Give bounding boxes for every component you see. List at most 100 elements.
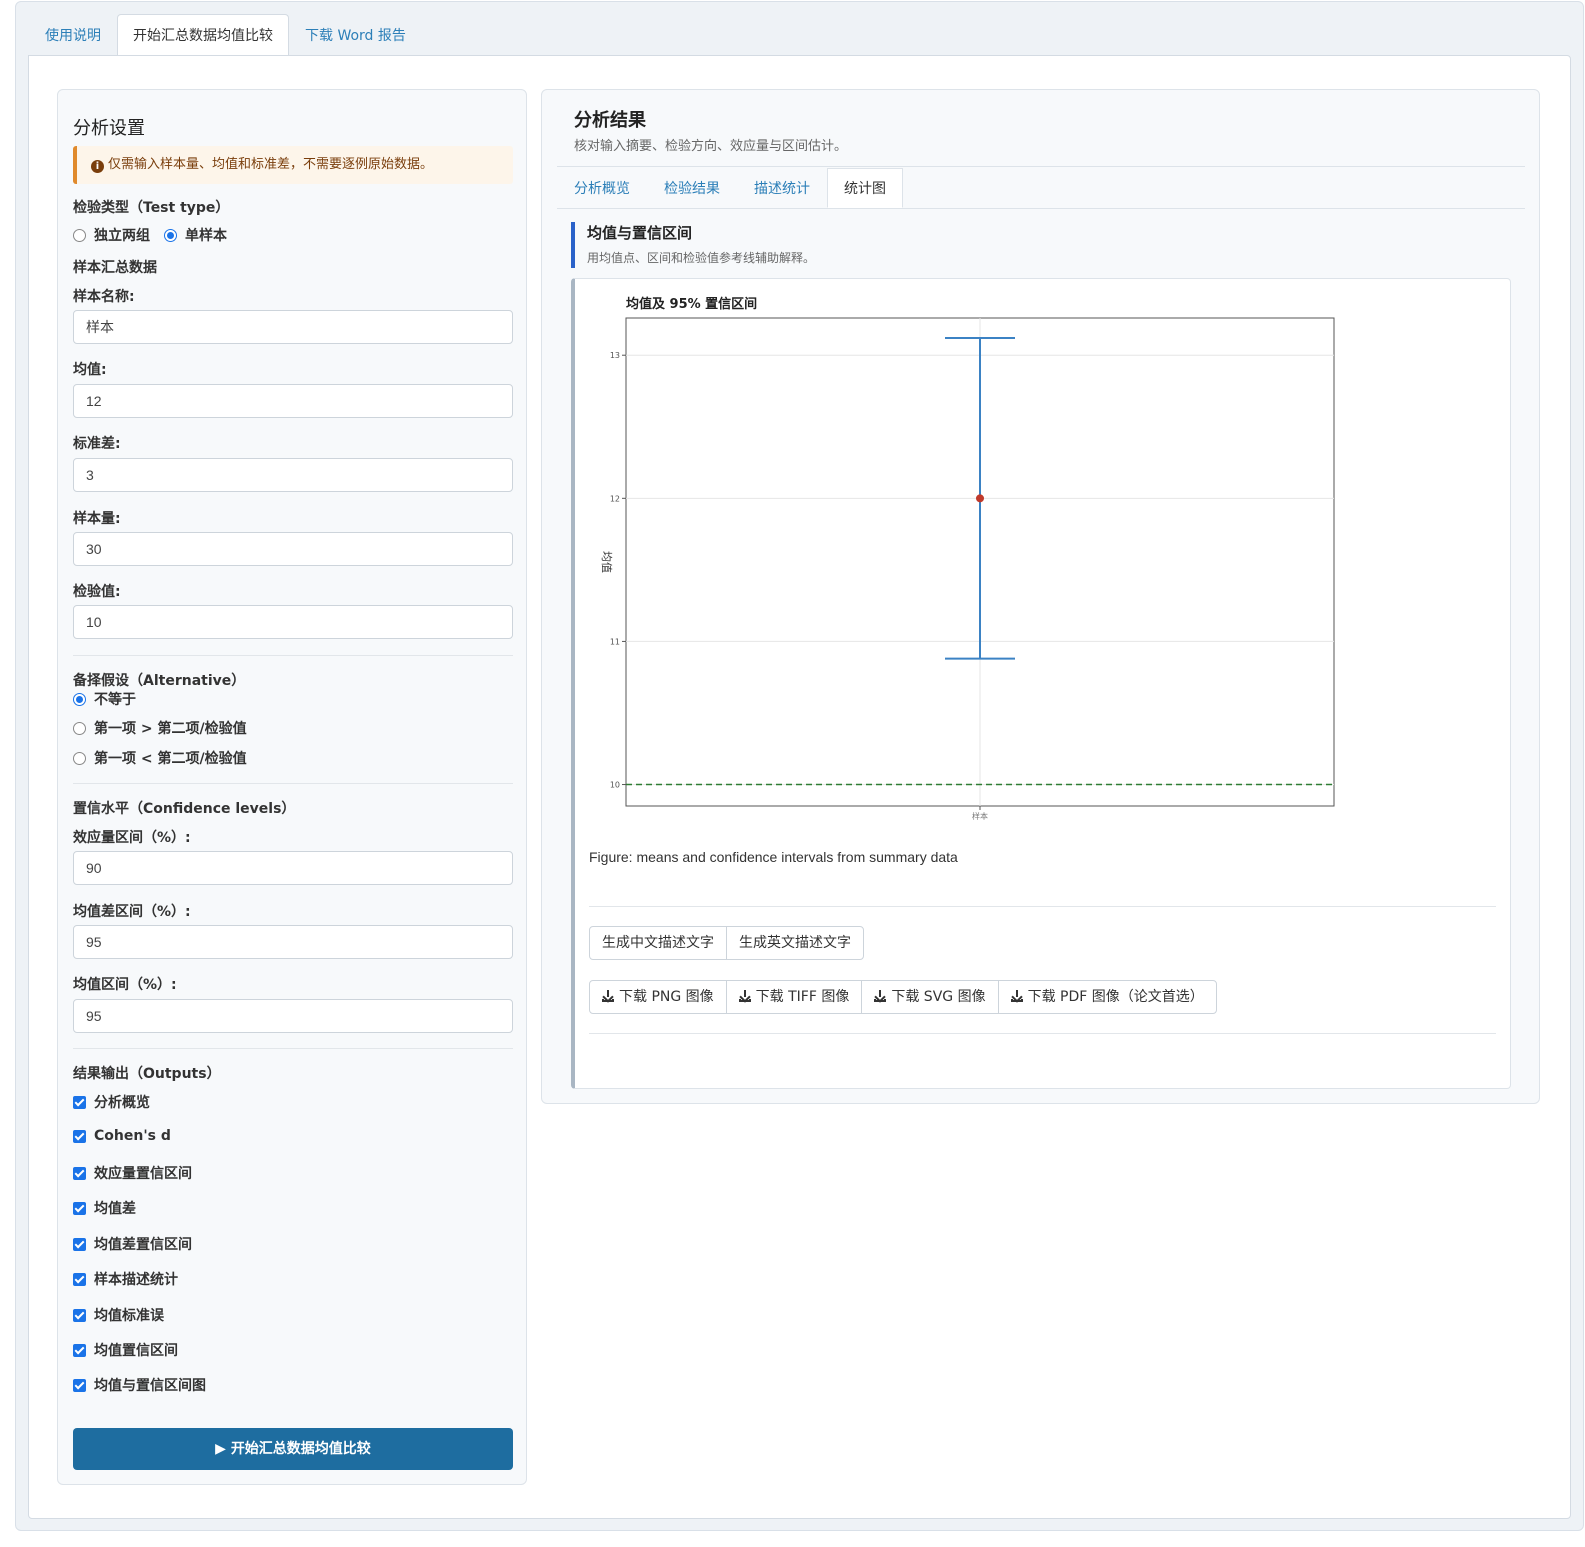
tab-instructions[interactable]: 使用说明 <box>29 14 117 56</box>
conf-mean-input[interactable]: 95 <box>73 999 513 1033</box>
tab-test-results[interactable]: 检验结果 <box>647 168 737 208</box>
info-notice: i 仅需输入样本量、均值和标准差，不需要逐例原始数据。 <box>73 146 513 184</box>
conf-es-input[interactable]: 90 <box>73 851 513 885</box>
checkbox[interactable] <box>73 1129 86 1143</box>
tab-descriptives[interactable]: 描述统计 <box>737 168 827 208</box>
output-label: 均值置信区间 <box>94 1343 178 1359</box>
download-svg-button[interactable]: 下载 SVG 图像 <box>861 980 999 1014</box>
radio-independent[interactable] <box>73 228 86 242</box>
section-header: 均值与置信区间 用均值点、区间和检验值参考线辅助解释。 <box>571 222 1523 268</box>
sample-name-input[interactable]: 样本 <box>73 310 513 344</box>
main-tabs: 使用说明 开始汇总数据均值比较 下载 Word 报告 <box>29 14 422 57</box>
radio-one-sample[interactable] <box>164 228 177 242</box>
alt-option-gt[interactable]: 第一项 > 第二项/检验值 <box>73 718 247 738</box>
checkbox[interactable] <box>73 1201 86 1215</box>
field-label-sd: 标准差: <box>73 436 121 452</box>
radio-ne[interactable] <box>73 692 86 706</box>
mean-point <box>976 494 984 503</box>
tab-plot[interactable]: 统计图 <box>827 168 903 208</box>
conf-mean-label: 均值区间（%）: <box>73 977 177 993</box>
download-pdf-button[interactable]: 下载 PDF 图像（论文首选） <box>997 980 1217 1014</box>
alt-lt-label: 第一项 < 第二项/检验值 <box>94 751 247 767</box>
alt-option-ne[interactable]: 不等于 <box>73 689 136 709</box>
play-icon: ▶ <box>215 1441 231 1457</box>
section-title: 均值与置信区间 <box>587 224 693 242</box>
mean-ci-chart: 均值及 95% 置信区间 10 11 12 13 样本 均值 <box>600 296 1335 821</box>
run-button-label: 开始汇总数据均值比较 <box>230 1441 371 1457</box>
results-title: 分析结果 <box>574 110 646 131</box>
checkbox[interactable] <box>73 1343 86 1357</box>
output-label: 均值差置信区间 <box>94 1237 192 1253</box>
output-mean-diff[interactable]: 均值差 <box>73 1198 136 1218</box>
info-icon: i <box>91 160 104 173</box>
output-overview[interactable]: 分析概览 <box>73 1092 150 1112</box>
sd-input[interactable]: 3 <box>73 458 513 492</box>
output-es-ci[interactable]: 效应量置信区间 <box>73 1163 192 1183</box>
divider <box>73 655 513 656</box>
download-icon <box>738 990 751 1002</box>
radio-independent-label: 独立两组 <box>94 228 150 244</box>
field-label-name: 样本名称: <box>73 289 135 305</box>
output-label: 效应量置信区间 <box>94 1166 192 1182</box>
divider <box>73 1048 513 1049</box>
section-subtitle: 用均值点、区间和检验值参考线辅助解释。 <box>587 251 816 265</box>
checkbox[interactable] <box>73 1237 86 1251</box>
tab-overview[interactable]: 分析概览 <box>557 168 647 208</box>
checkbox[interactable] <box>73 1272 86 1286</box>
checkbox[interactable] <box>73 1095 86 1109</box>
download-png-button[interactable]: 下载 PNG 图像 <box>589 980 727 1014</box>
output-se[interactable]: 均值标准误 <box>73 1305 164 1325</box>
divider <box>589 1033 1496 1034</box>
generate-chinese-text-button[interactable]: 生成中文描述文字 <box>589 926 727 960</box>
x-tick-label: 样本 <box>972 811 988 821</box>
radio-lt[interactable] <box>73 751 86 765</box>
output-mean-ci[interactable]: 均值置信区间 <box>73 1340 178 1360</box>
conf-es-label: 效应量区间（%）: <box>73 830 191 846</box>
results-tabs: 分析概览 检验结果 描述统计 统计图 <box>557 168 903 208</box>
y-tick-label: 11 <box>610 637 620 646</box>
output-label: 均值差 <box>94 1201 136 1217</box>
checkbox[interactable] <box>73 1166 86 1180</box>
y-axis-label: 均值 <box>600 551 613 573</box>
test-type-label: 检验类型（Test type） <box>73 200 230 216</box>
radio-gt[interactable] <box>73 721 86 735</box>
download-button-group: 下载 PNG 图像 下载 TIFF 图像 下载 SVG 图像 下载 PDF 图像… <box>589 980 1217 1014</box>
checkbox[interactable] <box>73 1308 86 1322</box>
conf-md-input[interactable]: 95 <box>73 925 513 959</box>
divider <box>557 166 1525 167</box>
generate-english-text-button[interactable]: 生成英文描述文字 <box>726 926 864 960</box>
output-descriptives[interactable]: 样本描述统计 <box>73 1269 178 1289</box>
divider <box>73 783 513 784</box>
plot-area: 10 11 12 13 样本 <box>610 317 1335 821</box>
output-label: 样本描述统计 <box>94 1272 178 1288</box>
divider <box>557 208 1525 209</box>
tab-summary-comparison[interactable]: 开始汇总数据均值比较 <box>117 14 289 57</box>
download-icon <box>874 990 887 1002</box>
sidebar-title: 分析设置 <box>73 118 145 139</box>
y-tick-label: 12 <box>610 494 620 503</box>
output-label: 分析概览 <box>94 1095 150 1111</box>
output-label: 均值标准误 <box>94 1308 164 1324</box>
output-plot[interactable]: 均值与置信区间图 <box>73 1375 206 1395</box>
output-label: Cohen's d <box>94 1128 171 1144</box>
output-md-ci[interactable]: 均值差置信区间 <box>73 1234 192 1254</box>
sample-size-input[interactable]: 30 <box>73 532 513 566</box>
y-tick-label: 10 <box>610 781 620 790</box>
field-label-mean: 均值: <box>73 362 107 378</box>
conf-label: 置信水平（Confidence levels） <box>73 801 296 817</box>
results-subtitle: 核对输入摘要、检验方向、效应量与区间估计。 <box>574 139 848 154</box>
download-icon <box>602 990 614 1002</box>
output-cohens-d[interactable]: Cohen's d <box>73 1128 171 1144</box>
conf-md-label: 均值差区间（%）: <box>73 904 191 920</box>
tab-download-word[interactable]: 下载 Word 报告 <box>289 14 422 56</box>
field-label-test-value: 检验值: <box>73 584 121 600</box>
radio-one-sample-label: 单样本 <box>185 228 227 244</box>
test-value-input[interactable]: 10 <box>73 605 513 639</box>
alt-option-lt[interactable]: 第一项 < 第二项/检验值 <box>73 748 247 768</box>
download-tiff-button[interactable]: 下载 TIFF 图像 <box>725 980 863 1014</box>
alt-gt-label: 第一项 > 第二项/检验值 <box>94 721 247 737</box>
field-label-n: 样本量: <box>73 511 121 527</box>
run-analysis-button[interactable]: ▶ 开始汇总数据均值比较 <box>73 1428 513 1470</box>
mean-input[interactable]: 12 <box>73 384 513 418</box>
checkbox[interactable] <box>73 1378 86 1392</box>
